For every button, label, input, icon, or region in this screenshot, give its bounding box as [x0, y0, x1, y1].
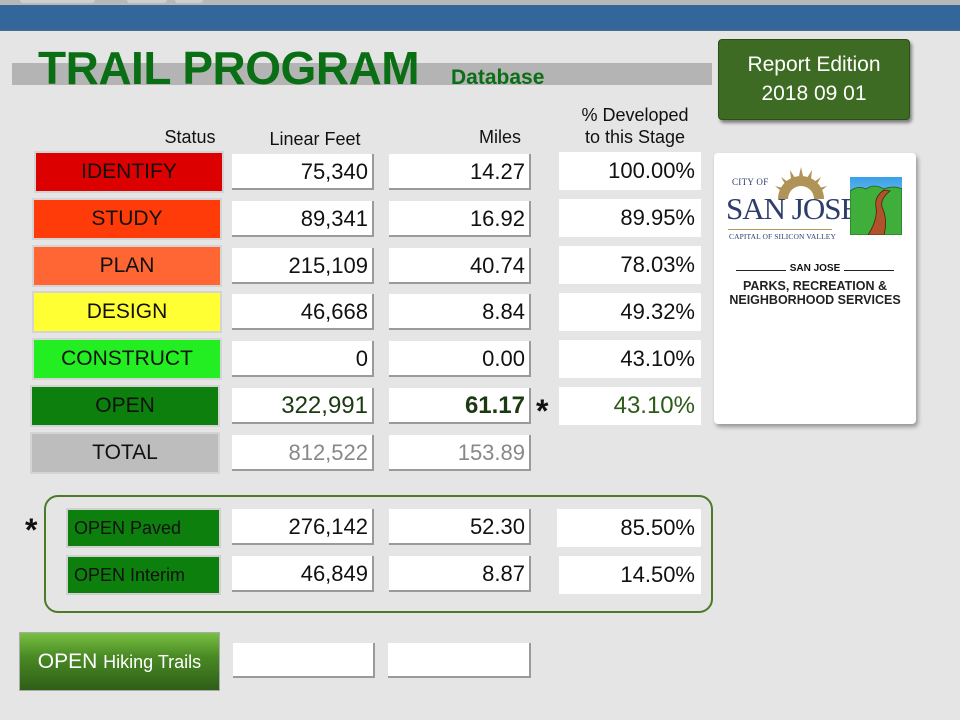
page-subtitle: Database [451, 66, 545, 89]
logo-divider [728, 229, 832, 230]
chrome-tab[interactable] [127, 0, 167, 3]
dept-city: SAN JOSE [789, 263, 841, 274]
status-label-plan[interactable]: PLAN [32, 245, 222, 287]
column-header-pct-developed: % Developed to this Stage [560, 104, 710, 148]
linear-feet-construct[interactable]: 0 [232, 341, 374, 377]
pct-identify[interactable]: 100.00% [559, 152, 701, 190]
miles-open[interactable]: 61.17 [389, 388, 531, 424]
status-label-design[interactable]: DESIGN [32, 291, 222, 333]
dept-name-line2: NEIGHBORHOOD SERVICES [729, 293, 901, 307]
pct-open[interactable]: 43.10% [559, 387, 701, 425]
pct-study[interactable]: 89.95% [559, 199, 701, 237]
logo-tagline: CAPITAL OF SILICON VALLEY [729, 232, 836, 241]
report-edition-button[interactable]: Report Edition 2018 09 01 [718, 39, 910, 120]
pct-construct[interactable]: 43.10% [559, 340, 701, 378]
open-footnote-asterisk: * [536, 393, 549, 429]
miles-construct[interactable]: 0.00 [389, 341, 531, 377]
top-banner [0, 5, 960, 31]
miles-open-interim[interactable]: 8.87 [389, 556, 531, 592]
miles-plan[interactable]: 40.74 [389, 248, 531, 284]
san-jose-logo-card: CITY OF SAN JOSE CAPITAL OF SILICON VALL… [714, 153, 916, 424]
miles-design[interactable]: 8.84 [389, 294, 531, 330]
logo-city-of: CITY OF [732, 177, 769, 187]
column-header-status: Status [164, 127, 216, 147]
open-hiking-trails-button[interactable]: OPEN Hiking Trails [19, 632, 220, 691]
pct-open-paved[interactable]: 85.50% [557, 509, 701, 547]
report-edition-label: Report Edition [747, 53, 881, 76]
hiking-label-main: OPEN [37, 650, 98, 673]
linear-feet-design[interactable]: 46,668 [232, 294, 374, 330]
linear-feet-open[interactable]: 322,991 [232, 388, 374, 424]
dept-name: PARKS, RECREATION & NEIGHBORHOOD SERVICE… [714, 279, 916, 307]
chrome-tab[interactable] [20, 0, 95, 3]
trail-path-icon [850, 177, 902, 235]
miles-identify[interactable]: 14.27 [389, 154, 531, 190]
linear-feet-study[interactable]: 89,341 [232, 201, 374, 237]
column-header-linear-feet: Linear Feet [269, 129, 361, 149]
pct-open-interim[interactable]: 14.50% [559, 556, 701, 594]
linear-feet-open-paved[interactable]: 276,142 [232, 509, 374, 545]
linear-feet-open-interim[interactable]: 46,849 [232, 556, 374, 592]
status-label-total: TOTAL [30, 432, 220, 474]
page-title: TRAIL PROGRAM [38, 42, 420, 94]
miles-total: 153.89 [389, 435, 531, 471]
column-header-miles: Miles [478, 127, 521, 147]
status-label-open-paved[interactable]: OPEN Paved [66, 508, 221, 548]
linear-feet-total: 812,522 [232, 435, 374, 471]
hiking-label-small: Hiking Trails [103, 652, 202, 672]
miles-open-paved[interactable]: 52.30 [389, 509, 531, 545]
report-edition-date: 2018 09 01 [761, 82, 867, 105]
column-header-pct-line2: to this Stage [584, 127, 686, 147]
dept-name-line1: PARKS, RECREATION & [743, 279, 887, 293]
status-label-open-interim[interactable]: OPEN Interim [66, 555, 221, 595]
status-label-construct[interactable]: CONSTRUCT [32, 338, 222, 380]
linear-feet-identify[interactable]: 75,340 [232, 154, 374, 190]
status-label-identify[interactable]: IDENTIFY [34, 151, 224, 193]
column-header-pct-line1: % Developed [581, 105, 689, 125]
linear-feet-plan[interactable]: 215,109 [232, 248, 374, 284]
miles-hiking[interactable] [388, 643, 531, 678]
miles-study[interactable]: 16.92 [389, 201, 531, 237]
pct-plan[interactable]: 78.03% [559, 246, 701, 284]
logo-city-name: SAN JOSE [726, 191, 859, 226]
breakdown-footnote-asterisk: * [25, 512, 38, 548]
chrome-tab[interactable] [175, 0, 203, 3]
linear-feet-hiking[interactable] [233, 643, 375, 678]
status-label-study[interactable]: STUDY [32, 198, 222, 240]
pct-design[interactable]: 49.32% [559, 293, 701, 331]
status-label-open[interactable]: OPEN [30, 385, 220, 427]
